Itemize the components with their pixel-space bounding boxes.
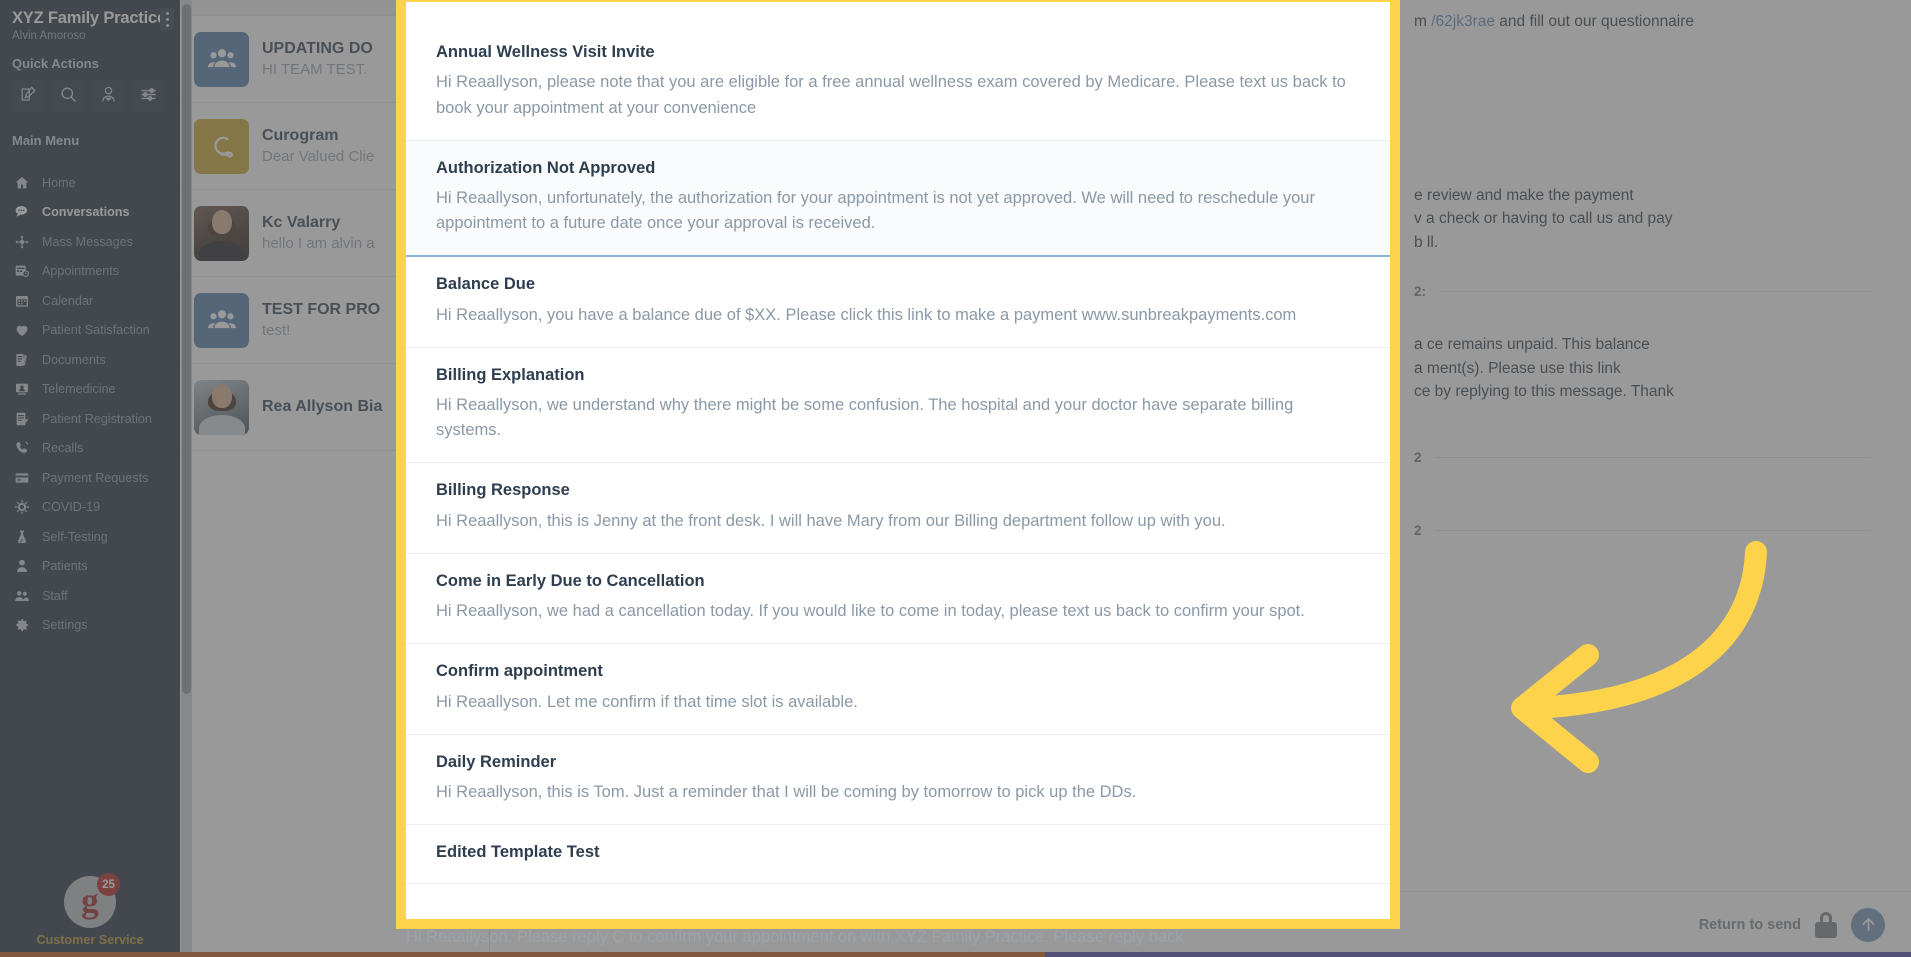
template-body: Hi Reaallyson, this is Tom. Just a remin… (436, 783, 1137, 802)
template-body: Hi Reaallyson, this is Jenny at the fron… (436, 511, 1226, 530)
template-item[interactable]: Come in Early Due to Cancellation Hi Reaa… (406, 554, 1390, 645)
template-body: Hi Reaallyson, you have a balance due of… (436, 305, 1297, 324)
template-title: Edited Template Test (436, 843, 600, 862)
template-title: Annual Wellness Visit Invite (436, 43, 655, 61)
template-title: Billing Response (436, 481, 570, 500)
template-item[interactable]: Confirm appointment Hi Reaallyson. Let me… (406, 644, 1390, 735)
template-body: Hi Reaallyson, unfortunately, the author… (436, 189, 1315, 233)
template-title: Confirm appointment (436, 662, 603, 681)
template-title: Authorization Not Approved (436, 158, 656, 177)
template-item[interactable]: Daily Reminder Hi Reaallyson, this is Tom… (406, 735, 1390, 826)
template-body: Hi Reaallyson. Let me confirm if that ti… (436, 692, 858, 711)
template-list[interactable]: Annual Wellness Visit Invite Hi Reaallyso… (406, 2, 1390, 919)
template-body: Hi Reaallyson, please note that you are … (436, 73, 1346, 117)
template-item[interactable]: Billing Response Hi Reaallyson, this is J… (406, 463, 1390, 554)
template-title: Balance Due (436, 275, 536, 294)
template-item[interactable]: Edited Template Test (406, 825, 1390, 884)
template-item[interactable]: Annual Wellness Visit Invite Hi Reaallyso… (406, 2, 1390, 141)
template-item[interactable]: Billing Explanation Hi Reaallyson, we und… (406, 348, 1390, 464)
template-title: Come in Early Due to Cancellation (436, 571, 705, 590)
template-title: Daily Reminder (436, 752, 557, 771)
template-title: Billing Explanation (436, 365, 585, 384)
template-item[interactable]: Balance Due Hi Reaallyson, you have a bal… (406, 257, 1390, 348)
message-templates-modal[interactable]: Annual Wellness Visit Invite Hi Reaallyso… (396, 0, 1400, 929)
template-body: Hi Reaallyson, we had a cancellation tod… (436, 602, 1305, 621)
template-item[interactable]: Authorization Not Approved Hi Reaallyson,… (406, 140, 1390, 258)
template-body-clipped: Hi Reaallyson, Please reply C to confirm… (406, 928, 1184, 946)
template-body: Hi Reaallyson, we understand why there m… (436, 396, 1294, 440)
